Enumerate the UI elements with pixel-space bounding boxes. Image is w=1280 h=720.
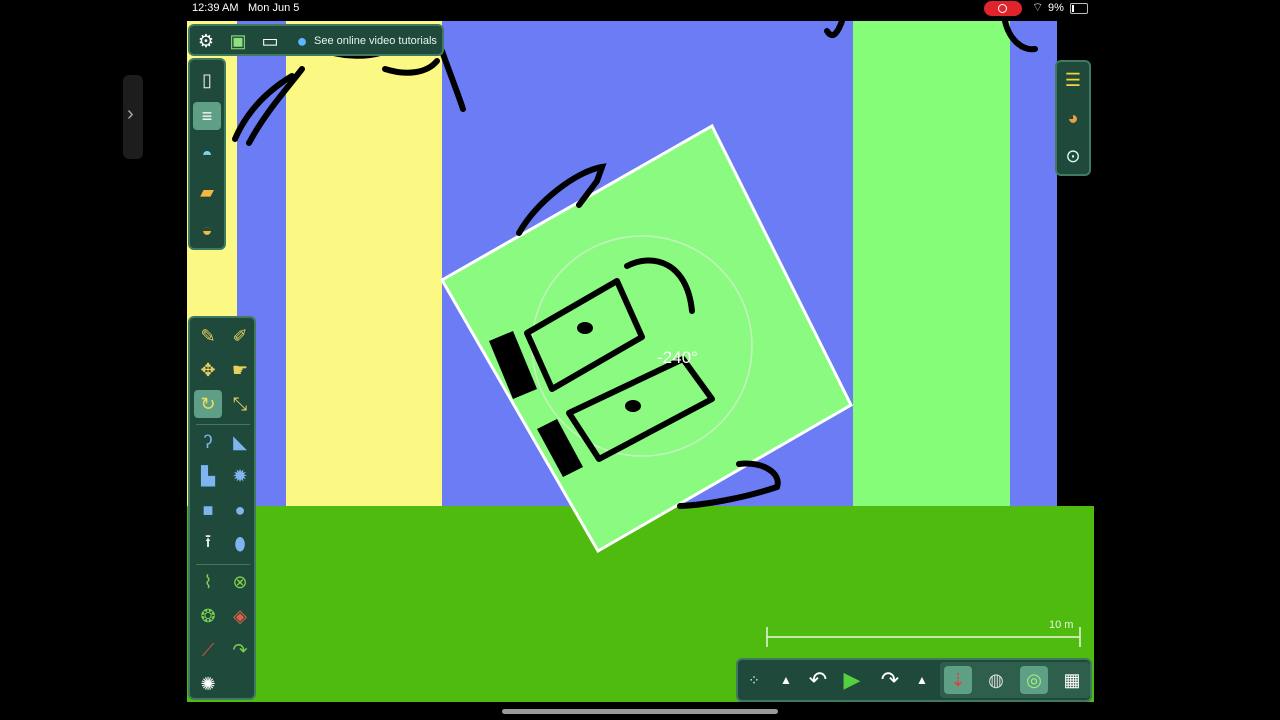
status-bar: 12:39 AM Mon Jun 5 ⌔ 9% <box>0 0 1280 18</box>
simulation-canvas[interactable]: -240° 10 m <box>187 21 1094 702</box>
tool-panel: ✎ ✐ ✥ ☛ ↻ ⤡ ʔ ◣ ▙ ✹ ■ ● ⭱ ⬮ ⌇ ⊗ ❂ ◈ ⟋ ↷ … <box>188 316 256 700</box>
spring-icon[interactable]: ⌇ <box>194 568 222 596</box>
zoom-icon[interactable]: ⊙ <box>1059 142 1087 170</box>
sketch-icon[interactable]: ✎ <box>194 322 222 350</box>
grid-icon[interactable]: ▦ <box>1058 666 1086 694</box>
save-icon[interactable]: ≡ <box>193 102 221 130</box>
tool-divider <box>196 424 250 425</box>
folder-icon[interactable]: ▰ <box>193 178 221 206</box>
tool-divider <box>196 564 250 565</box>
yellow-column[interactable] <box>286 21 442 511</box>
scene-icon[interactable]: ◓ <box>193 140 221 168</box>
globe-icon[interactable]: ● <box>288 27 316 55</box>
fixate-icon[interactable]: ⭱ <box>194 530 222 558</box>
play-icon[interactable]: ▶ <box>838 666 866 694</box>
gravity-icon[interactable]: ⇣ <box>944 666 972 694</box>
gear-icon[interactable]: ⚙ <box>192 27 220 55</box>
grid-dots-icon[interactable]: ⁘ <box>740 666 768 694</box>
chevron-up-icon[interactable]: ▲ <box>908 666 936 694</box>
polygon-icon[interactable]: ⬮ <box>226 530 254 558</box>
delete-icon[interactable]: ⊗ <box>226 568 254 596</box>
layers-icon[interactable]: ☰ <box>1059 66 1087 94</box>
home-indicator <box>502 709 778 714</box>
circle-icon[interactable]: ● <box>226 496 254 524</box>
play-scene-icon[interactable]: ▣ <box>224 27 252 55</box>
wifi-icon: ⌔ <box>1032 0 1044 14</box>
sticker-icon[interactable]: ◍ <box>982 666 1010 694</box>
controller-icon[interactable]: ◎ <box>1020 666 1048 694</box>
knife-icon[interactable]: ◣ <box>226 428 254 456</box>
battery-icon <box>1070 3 1088 14</box>
green-column[interactable] <box>853 21 1010 511</box>
window-icon[interactable]: ▭ <box>256 27 284 55</box>
plane-icon[interactable]: ▙ <box>194 462 222 490</box>
open-scene-icon[interactable]: ◒ <box>193 216 221 244</box>
rotate-icon[interactable]: ↻ <box>194 390 222 418</box>
texture-icon[interactable]: ✺ <box>194 670 222 698</box>
right-panel: ☰ ◕ ⊙ <box>1055 60 1091 176</box>
top-toolbar: ⚙ ▣ ▭ ● See online video tutorials <box>188 24 444 56</box>
undo-icon[interactable]: ↶ <box>804 666 832 694</box>
gear-shape-icon[interactable]: ✹ <box>226 462 254 490</box>
hinge-icon[interactable]: ❂ <box>194 602 222 630</box>
rotation-readout: -240° <box>657 348 698 367</box>
simulation-toolbar: ⁘ ▲ ↶ ▶ ↷ ▲ ⇣ ◍ ◎ ▦ <box>736 658 1092 702</box>
box-icon[interactable]: ■ <box>194 496 222 524</box>
laser-icon[interactable]: ⟋ <box>194 636 222 664</box>
scene-drawing[interactable]: -240° 10 m <box>187 21 1094 702</box>
move-icon[interactable]: ✥ <box>194 356 222 384</box>
drag-icon[interactable]: ☛ <box>226 356 254 384</box>
redo-icon[interactable]: ↷ <box>876 666 904 694</box>
chevron-up-icon[interactable]: ▲ <box>772 666 800 694</box>
status-date: Mon Jun 5 <box>248 2 300 14</box>
new-document-icon[interactable]: ▯ <box>193 66 221 94</box>
thruster-icon[interactable]: ↷ <box>226 636 254 664</box>
side-panel-handle[interactable]: › <box>123 75 143 159</box>
file-panel: ▯ ≡ ◓ ▰ ◒ <box>188 58 226 250</box>
tutorial-link[interactable]: See online video tutorials <box>314 35 437 47</box>
scale-label: 10 m <box>1049 619 1073 631</box>
brush-icon[interactable]: ✐ <box>226 322 254 350</box>
palette-icon[interactable]: ◕ <box>1059 104 1087 132</box>
chevron-right-icon: › <box>127 103 134 125</box>
tracer-icon[interactable]: ◈ <box>226 602 254 630</box>
simulation-options: ⇣ ◍ ◎ ▦ <box>940 662 1090 698</box>
status-time: 12:39 AM <box>192 2 239 14</box>
screen-record-icon <box>984 1 1022 16</box>
battery-percent: 9% <box>1048 2 1064 14</box>
scale-icon[interactable]: ⤡ <box>226 390 254 418</box>
rope-icon[interactable]: ʔ <box>194 428 222 456</box>
